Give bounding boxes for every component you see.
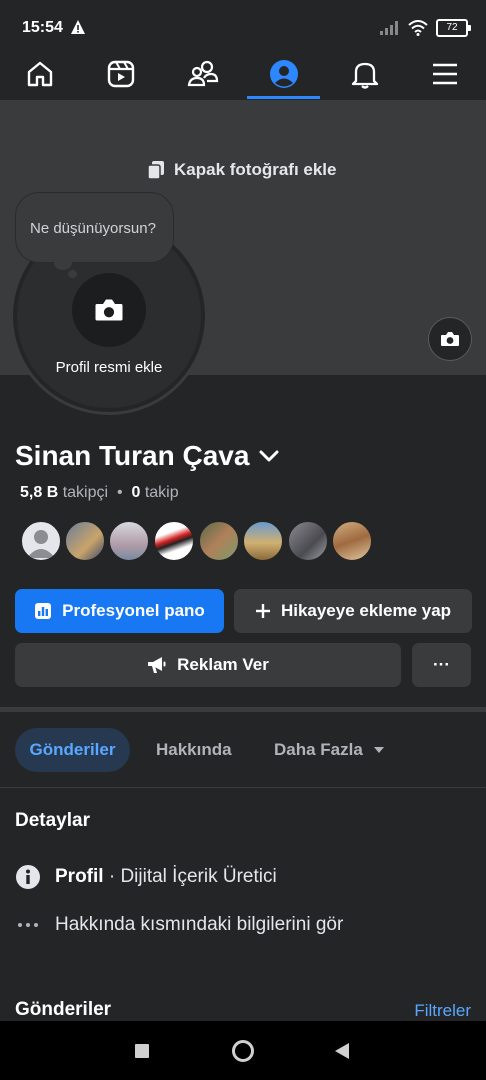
top-navigation (0, 48, 486, 101)
see-about-info-label: Hakkında kısmındaki bilgilerini gör (55, 914, 344, 935)
add-cover-photo-label: Kapak fotoğrafı ekle (174, 160, 337, 179)
ellipsis-icon (18, 923, 38, 927)
detail-profile-label: Profil (55, 866, 104, 887)
professional-dashboard-label: Profesyonel pano (62, 601, 205, 620)
home-icon[interactable] (20, 56, 60, 92)
section-divider (0, 707, 486, 712)
chevron-down-icon[interactable] (259, 449, 279, 463)
details-heading: Detaylar (15, 810, 90, 831)
detail-profile-category-text: · Dijital İçerik Üretici (108, 866, 277, 887)
status-time: 15:54 (22, 19, 63, 36)
avatar[interactable] (331, 520, 373, 562)
dashboard-icon (35, 603, 52, 619)
tab-posts[interactable]: Gönderiler (15, 728, 130, 772)
avatar[interactable] (20, 520, 62, 562)
status-bubble-text: Ne düşünüyorsun? (30, 220, 156, 237)
professional-dashboard-button[interactable]: Profesyonel pano (15, 589, 224, 633)
plus-icon (255, 604, 270, 618)
wifi-icon (408, 20, 428, 36)
reels-icon[interactable] (101, 56, 141, 92)
add-cover-photo-button[interactable]: Kapak fotoğrafı ekle (148, 160, 337, 180)
caret-down-icon (373, 747, 384, 753)
camera-icon (95, 299, 123, 321)
photo-stack-icon (148, 161, 164, 179)
profile-icon[interactable] (264, 56, 304, 92)
see-about-info-link[interactable]: Hakkında kısmındaki bilgilerini gör (15, 912, 343, 938)
tab-more[interactable]: Daha Fazla (274, 728, 385, 772)
bell-icon[interactable] (345, 56, 385, 92)
following-count[interactable]: 0 (131, 484, 140, 501)
following-label[interactable]: takip (145, 484, 179, 501)
avatar[interactable] (64, 520, 106, 562)
bubble-tail-small (68, 270, 77, 278)
bubble-tail (54, 256, 72, 270)
profile-camera-button[interactable] (72, 273, 146, 347)
home-button-icon[interactable] (232, 1040, 254, 1062)
avatar[interactable] (198, 520, 240, 562)
friends-icon[interactable] (183, 56, 223, 92)
menu-icon[interactable] (425, 56, 465, 92)
profile-name-text: Sinan Turan Çava (15, 440, 250, 471)
followers-label[interactable]: takipçi (63, 484, 108, 501)
battery-icon: 72 (436, 19, 471, 37)
warning-icon (71, 20, 85, 34)
back-icon[interactable] (334, 1042, 350, 1060)
active-tab-indicator (247, 96, 320, 99)
advertise-button[interactable]: Reklam Ver (15, 643, 401, 687)
profile-name[interactable]: Sinan Turan Çava (15, 440, 279, 472)
add-to-story-label: Hikayeye ekleme yap (280, 601, 452, 620)
divider (0, 787, 486, 788)
megaphone-icon (148, 657, 166, 673)
signal-icon (380, 21, 398, 35)
info-icon (16, 865, 40, 889)
avatar[interactable] (153, 520, 195, 562)
add-to-story-button[interactable]: Hikayeye ekleme yap (234, 589, 472, 633)
profile-stats: 5,8 B takipçi • 0 takip (20, 484, 179, 502)
recents-icon[interactable] (135, 1044, 149, 1058)
tab-more-label: Daha Fazla (274, 740, 363, 759)
avatar[interactable] (242, 520, 284, 562)
more-options-button[interactable]: ··· (412, 643, 471, 687)
detail-profile-category: Profil · Dijital İçerik Üretici (15, 864, 277, 890)
avatar[interactable] (108, 520, 150, 562)
posts-heading: Gönderiler (15, 999, 112, 1020)
system-navigation-bar (0, 1021, 486, 1080)
followers-count[interactable]: 5,8 B (20, 484, 58, 501)
more-options-icon: ··· (433, 655, 450, 674)
filters-link[interactable]: Filtreler (414, 1001, 471, 1021)
advertise-label: Reklam Ver (177, 655, 269, 674)
add-profile-photo-label[interactable]: Profil resmi ekle (30, 359, 188, 376)
avatar[interactable] (287, 520, 329, 562)
stats-separator: • (116, 484, 123, 501)
cover-camera-button[interactable] (428, 317, 472, 361)
tab-about[interactable]: Hakkında (156, 728, 232, 772)
camera-icon (441, 332, 459, 346)
